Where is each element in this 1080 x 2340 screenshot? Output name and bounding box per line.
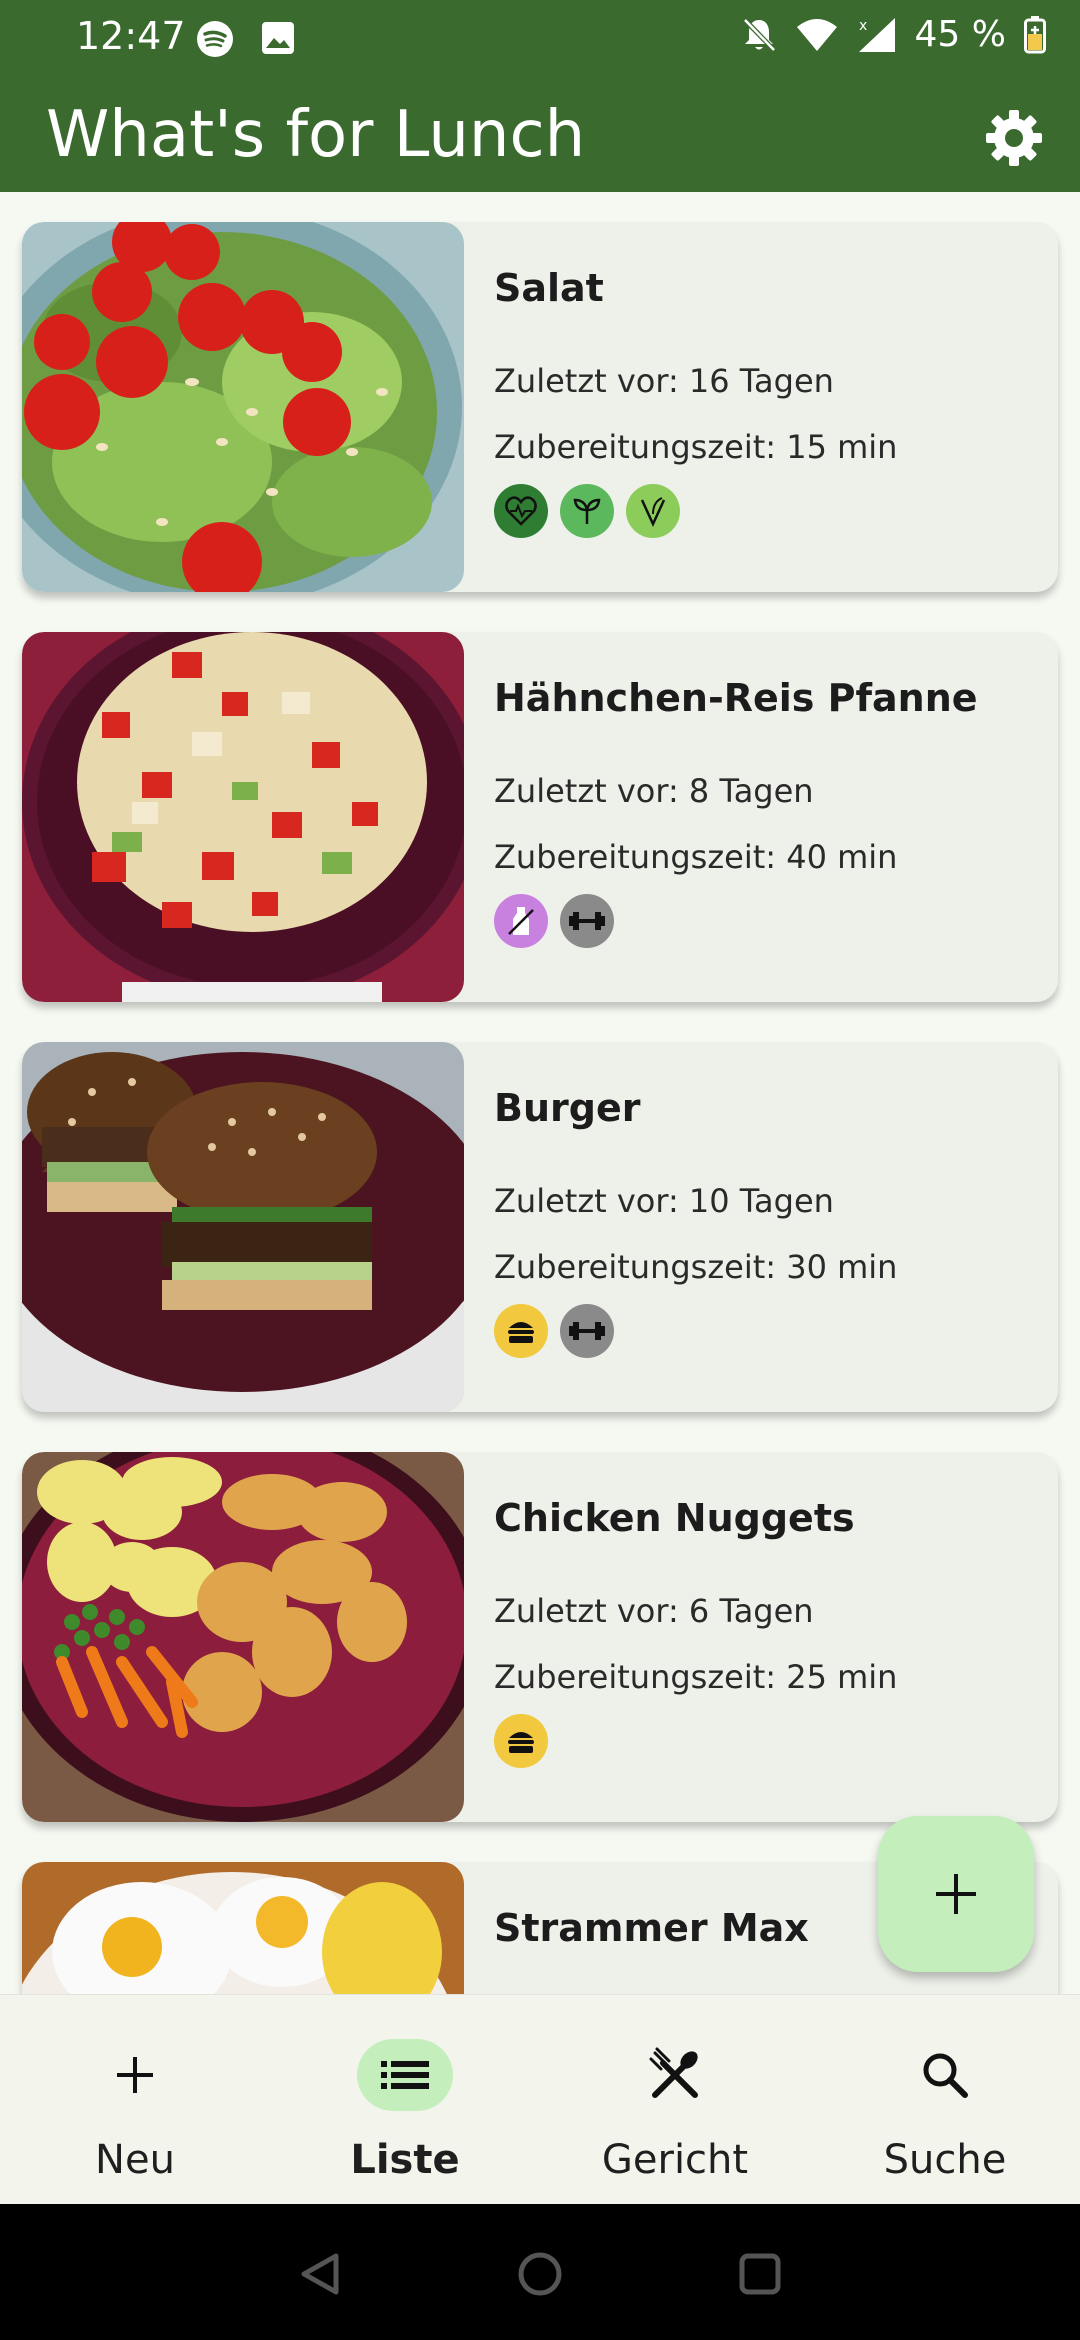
nav-item-liste[interactable]: Liste — [270, 1995, 540, 2205]
system-navigation-bar — [0, 2204, 1080, 2340]
nav-label: Liste — [350, 2137, 460, 2183]
dish-prep-time: Zubereitungszeit: 25 min — [494, 1658, 898, 1696]
bottom-navigation: Neu Liste Gericht Suche — [0, 1994, 1080, 2204]
nav-item-neu[interactable]: Neu — [0, 1995, 270, 2205]
app-title: What's for Lunch — [46, 98, 586, 172]
plus-icon — [117, 2057, 153, 2093]
plus-icon — [936, 1874, 976, 1914]
image-icon — [262, 22, 294, 54]
dish-name: Burger — [494, 1086, 641, 1130]
lactose-free-icon — [494, 894, 548, 948]
dish-photo — [22, 632, 464, 1002]
dish-tags — [494, 1714, 548, 1768]
cutlery-icon — [649, 2047, 698, 2098]
settings-button[interactable] — [982, 106, 1046, 170]
recents-icon[interactable] — [736, 2250, 784, 2298]
list-icon — [381, 2061, 429, 2089]
spotify-icon — [197, 21, 233, 57]
back-icon[interactable] — [296, 2250, 344, 2298]
nav-label: Suche — [883, 2137, 1007, 2183]
dish-tags — [494, 484, 680, 538]
nav-item-gericht[interactable]: Gericht — [540, 1995, 810, 2205]
burger-icon — [494, 1304, 548, 1358]
dish-card[interactable]: Chicken Nuggets Zuletzt vor: 6 Tagen Zub… — [22, 1452, 1058, 1822]
nav-label: Neu — [95, 2137, 175, 2183]
dish-name: Chicken Nuggets — [494, 1496, 855, 1540]
dish-tags — [494, 894, 614, 948]
dish-photo — [22, 222, 464, 592]
dish-card[interactable]: Salat Zuletzt vor: 16 Tagen Zubereitungs… — [22, 222, 1058, 592]
dish-last-cooked: Zuletzt vor: 16 Tagen — [494, 362, 834, 400]
gear-icon — [986, 110, 1042, 166]
signal-icon: x — [858, 17, 895, 52]
dish-photo — [22, 1862, 464, 1994]
dumbbell-icon — [560, 894, 614, 948]
vegan-icon — [560, 484, 614, 538]
nav-label: Gericht — [601, 2137, 749, 2183]
dish-prep-time: Zubereitungszeit: 30 min — [494, 1248, 898, 1286]
dish-name: Hähnchen-Reis Pfanne — [494, 676, 978, 720]
battery-icon — [1024, 15, 1046, 53]
dish-list[interactable]: Salat Zuletzt vor: 16 Tagen Zubereitungs… — [0, 192, 1080, 1994]
heart-icon — [494, 484, 548, 538]
add-dish-fab[interactable] — [878, 1816, 1034, 1972]
wifi-icon — [796, 18, 837, 51]
status-bar: 12:47 x 45 % — [0, 0, 1080, 80]
dish-prep-time: Zubereitungszeit: 40 min — [494, 838, 898, 876]
dish-name: Salat — [494, 266, 604, 310]
svg-text:x: x — [859, 18, 867, 34]
dish-prep-time: Zubereitungszeit: 15 min — [494, 428, 898, 466]
nav-icon-container — [87, 2039, 183, 2111]
dish-last-cooked: Zuletzt vor: 10 Tagen — [494, 1182, 834, 1220]
burger-icon — [494, 1714, 548, 1768]
dish-photo — [22, 1452, 464, 1822]
home-icon[interactable] — [516, 2250, 564, 2298]
nav-icon-container — [357, 2039, 453, 2111]
dish-photo — [22, 1042, 464, 1412]
dumbbell-icon — [560, 1304, 614, 1358]
dish-name: Strammer Max — [494, 1906, 809, 1950]
app-bar: What's for Lunch — [0, 80, 1080, 192]
dish-card[interactable]: Burger Zuletzt vor: 10 Tagen Zubereitung… — [22, 1042, 1058, 1412]
dish-last-cooked: Zuletzt vor: 6 Tagen — [494, 1592, 814, 1630]
battery-level: 45 % — [914, 14, 1006, 55]
dish-last-cooked: Zuletzt vor: 8 Tagen — [494, 772, 814, 810]
nav-item-suche[interactable]: Suche — [810, 1995, 1080, 2205]
mute-icon — [742, 17, 776, 52]
dish-tags — [494, 1304, 614, 1358]
vegetarian-icon — [626, 484, 680, 538]
dish-card[interactable]: Hähnchen-Reis Pfanne Zuletzt vor: 8 Tage… — [22, 632, 1058, 1002]
status-time: 12:47 — [76, 14, 186, 58]
nav-icon-container — [897, 2039, 993, 2111]
search-icon — [923, 2053, 968, 2098]
nav-icon-container — [627, 2039, 723, 2111]
